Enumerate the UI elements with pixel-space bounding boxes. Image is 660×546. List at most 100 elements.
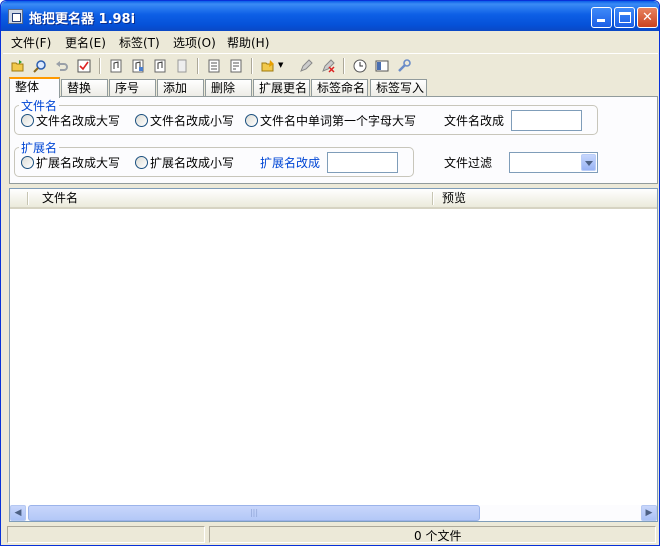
close-button[interactable]: ✕ xyxy=(637,7,658,28)
status-bar: 0 个文件 xyxy=(3,525,658,545)
column-separator[interactable] xyxy=(27,192,29,205)
menu-file[interactable]: 文件(F) xyxy=(11,34,51,51)
music-tag-icon xyxy=(110,59,122,73)
maximize-icon xyxy=(619,12,631,23)
title-bar[interactable]: 拖把更名器 1.98i ✕ xyxy=(1,1,659,31)
extension-rename-input[interactable] xyxy=(327,152,398,173)
radio-filename-capitalize[interactable]: 文件名中单词第一个字母大写 xyxy=(245,112,416,129)
radio-extension-lower[interactable]: 扩展名改成小写 xyxy=(135,154,234,171)
tab-overall[interactable]: 整体 xyxy=(9,77,60,98)
radio-label: 文件名改成小写 xyxy=(150,114,235,128)
toolbar-separator xyxy=(343,58,345,74)
chevron-down-icon: ▼ xyxy=(278,61,284,69)
tag-button-3[interactable] xyxy=(151,57,169,75)
clear-button[interactable] xyxy=(319,57,337,75)
window-title: 拖把更名器 1.98i xyxy=(29,12,136,27)
radio-icon xyxy=(135,156,148,169)
menu-options[interactable]: 选项(O) xyxy=(173,34,216,51)
undo-icon xyxy=(56,61,68,71)
minimize-icon xyxy=(597,19,605,22)
tab-strip: 整体 替换 序号 添加 删除 扩展更名 标签命名 标签写入 xyxy=(9,77,654,98)
music-tag-edit-icon xyxy=(132,59,144,73)
chevron-left-icon: ◀ xyxy=(14,508,22,518)
list-button[interactable] xyxy=(205,57,223,75)
minimize-button[interactable] xyxy=(591,7,612,28)
maximize-button[interactable] xyxy=(614,7,635,28)
status-pane-left xyxy=(7,526,205,543)
grip-icon: ||| xyxy=(249,508,259,517)
folder-dropdown-icon xyxy=(261,60,274,72)
search-button[interactable] xyxy=(31,57,49,75)
toolbar: ▼ xyxy=(3,53,658,77)
file-count-text: 0 个文件 xyxy=(414,529,462,543)
open-folder-button[interactable] xyxy=(9,57,27,75)
filename-rename-input[interactable] xyxy=(511,110,582,131)
page-button[interactable] xyxy=(173,57,191,75)
radio-icon xyxy=(245,114,258,127)
scroll-thumb[interactable]: ||| xyxy=(28,505,480,521)
music-tag-read-icon xyxy=(154,59,166,73)
tools-icon xyxy=(398,59,411,72)
window-icon xyxy=(375,60,389,72)
toolbar-separator xyxy=(99,58,101,74)
scroll-left-button[interactable]: ◀ xyxy=(10,505,26,521)
tab-tag-naming[interactable]: 标签命名 xyxy=(311,79,368,97)
search-icon xyxy=(33,60,46,73)
extension-rename-label: 扩展名改成 xyxy=(260,156,321,170)
chevron-down-icon[interactable] xyxy=(581,154,596,171)
tab-replace[interactable]: 替换 xyxy=(61,79,108,97)
clock-icon xyxy=(353,59,367,73)
file-list[interactable]: 文件名 预览 ◀ ||| ▶ xyxy=(9,188,658,522)
toolbar-separator xyxy=(251,58,253,74)
scroll-right-button[interactable]: ▶ xyxy=(641,505,657,521)
file-filter-label: 文件过滤 xyxy=(444,156,493,170)
radio-label: 文件名中单词第一个字母大写 xyxy=(260,114,417,128)
tab-tag-write[interactable]: 标签写入 xyxy=(370,79,427,97)
file-filter-select[interactable] xyxy=(509,152,598,173)
radio-label: 文件名改成大写 xyxy=(36,114,121,128)
radio-icon xyxy=(21,156,34,169)
filename-rename-label: 文件名改成 xyxy=(444,114,505,128)
undo-button[interactable] xyxy=(53,57,71,75)
app-icon[interactable] xyxy=(8,9,23,24)
radio-icon xyxy=(21,114,34,127)
list-edit-icon xyxy=(230,59,242,73)
check-button[interactable] xyxy=(75,57,93,75)
radio-icon xyxy=(135,114,148,127)
tab-add[interactable]: 添加 xyxy=(157,79,204,97)
radio-label: 扩展名改成小写 xyxy=(150,156,235,170)
radio-filename-upper[interactable]: 文件名改成大写 xyxy=(21,112,120,129)
tools-button[interactable] xyxy=(395,57,413,75)
tag-button-1[interactable] xyxy=(107,57,125,75)
horizontal-scrollbar[interactable]: ◀ ||| ▶ xyxy=(10,505,657,521)
page-icon xyxy=(177,59,187,73)
tab-sequence[interactable]: 序号 xyxy=(109,79,156,97)
window-button[interactable] xyxy=(373,57,391,75)
clock-button[interactable] xyxy=(351,57,369,75)
column-header-filename[interactable]: 文件名 xyxy=(36,189,428,207)
tab-extension-rename[interactable]: 扩展更名 xyxy=(253,79,310,97)
tab-delete[interactable]: 删除 xyxy=(205,79,252,97)
tab-panel: 文件名 文件名改成大写 文件名改成小写 文件名中单词第一个字母大写 文件名改成 … xyxy=(9,96,658,184)
column-header-preview[interactable]: 预览 xyxy=(436,189,636,207)
list-icon xyxy=(208,59,220,73)
app-window: 拖把更名器 1.98i ✕ 文件(F) 更名(E) 标签(T) 选项(O) 帮助… xyxy=(0,0,660,546)
list-edit-button[interactable] xyxy=(227,57,245,75)
column-header-blank[interactable] xyxy=(10,189,26,207)
column-separator[interactable] xyxy=(432,192,434,205)
open-folder-icon xyxy=(11,60,24,72)
clear-icon xyxy=(322,59,335,73)
pencil-button[interactable] xyxy=(297,57,315,75)
menu-rename[interactable]: 更名(E) xyxy=(65,34,106,51)
folder-dropdown-button[interactable]: ▼ xyxy=(259,57,285,75)
check-icon xyxy=(77,59,91,73)
toolbar-separator xyxy=(197,58,199,74)
close-icon: ✕ xyxy=(642,10,653,25)
list-header: 文件名 预览 xyxy=(10,189,657,209)
radio-label: 扩展名改成大写 xyxy=(36,156,121,170)
menu-help[interactable]: 帮助(H) xyxy=(227,34,269,51)
radio-filename-lower[interactable]: 文件名改成小写 xyxy=(135,112,234,129)
menu-tags[interactable]: 标签(T) xyxy=(119,34,160,51)
radio-extension-upper[interactable]: 扩展名改成大写 xyxy=(21,154,120,171)
tag-button-2[interactable] xyxy=(129,57,147,75)
